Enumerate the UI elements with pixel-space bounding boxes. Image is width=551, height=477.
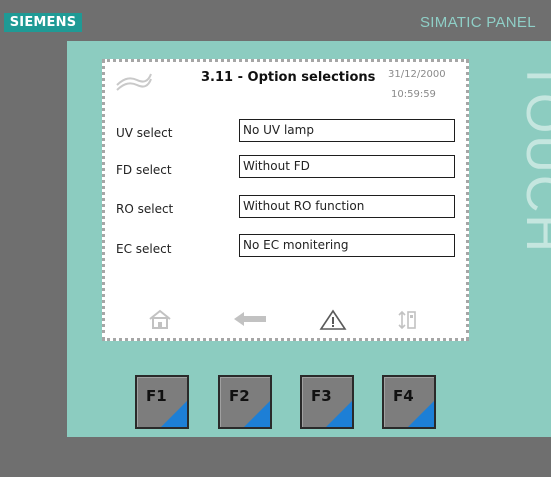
siemens-logo: SIEMENS bbox=[4, 13, 82, 32]
simatic-panel-label: SIMATIC PANEL bbox=[420, 14, 536, 31]
key-corner-accent-icon bbox=[161, 401, 187, 427]
key-corner-accent-icon bbox=[244, 401, 270, 427]
f2-key[interactable]: F2 bbox=[218, 375, 272, 429]
fd-select-label: FD select bbox=[116, 163, 172, 177]
screen-logo-icon bbox=[116, 73, 152, 91]
screen-title: 3.11 - Option selections bbox=[201, 70, 376, 85]
date-display: 31/12/2000 bbox=[388, 69, 446, 80]
fd-select-field[interactable]: Without FD bbox=[239, 155, 455, 178]
ec-select-label: EC select bbox=[116, 242, 172, 256]
f4-key[interactable]: F4 bbox=[382, 375, 436, 429]
ro-select-field[interactable]: Without RO function bbox=[239, 195, 455, 218]
f3-key[interactable]: F3 bbox=[300, 375, 354, 429]
touch-label: TOUCH bbox=[515, 60, 551, 254]
key-corner-accent-icon bbox=[326, 401, 352, 427]
uv-select-field[interactable]: No UV lamp bbox=[239, 119, 455, 142]
home-icon[interactable] bbox=[148, 309, 172, 329]
settings-icon[interactable] bbox=[396, 309, 418, 331]
time-display: 10:59:59 bbox=[391, 89, 436, 100]
hmi-screen: 3.11 - Option selections 31/12/2000 10:5… bbox=[102, 59, 469, 341]
warning-icon[interactable] bbox=[319, 309, 347, 331]
f1-key[interactable]: F1 bbox=[135, 375, 189, 429]
ec-select-field[interactable]: No EC monitering bbox=[239, 234, 455, 257]
uv-select-label: UV select bbox=[116, 126, 173, 140]
key-corner-accent-icon bbox=[408, 401, 434, 427]
back-arrow-icon[interactable] bbox=[232, 309, 268, 329]
ro-select-label: RO select bbox=[116, 202, 174, 216]
